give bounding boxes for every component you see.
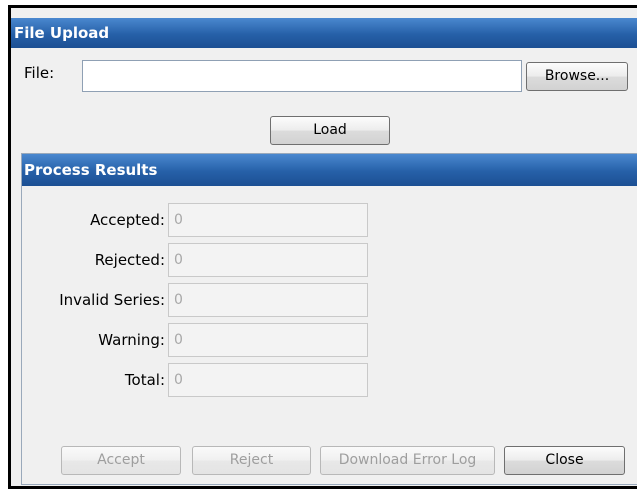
accepted-label: Accepted: [90, 211, 165, 229]
total-field: 0 [168, 363, 368, 397]
process-results-panel: Process Results Accepted: 0 Rejected: 0 … [21, 153, 637, 485]
process-results-header: Process Results [22, 154, 637, 186]
load-button[interactable]: Load [270, 116, 390, 145]
invalid-series-field: 0 [168, 283, 368, 317]
close-button[interactable]: Close [504, 446, 625, 475]
file-label: File: [24, 64, 55, 82]
rejected-label: Rejected: [94, 251, 165, 269]
download-error-log-button[interactable]: Download Error Log [320, 446, 495, 475]
file-upload-dialog: File Upload File: Browse... Load Process… [8, 5, 637, 489]
file-upload-header: File Upload [11, 18, 637, 48]
invalid-series-label: Invalid Series: [59, 291, 165, 309]
total-label: Total: [124, 371, 165, 389]
accept-button[interactable]: Accept [61, 446, 181, 475]
warning-label: Warning: [98, 331, 165, 349]
browse-button[interactable]: Browse... [526, 62, 628, 91]
warning-field: 0 [168, 323, 368, 357]
reject-button[interactable]: Reject [192, 446, 311, 475]
file-path-input[interactable] [82, 60, 522, 92]
rejected-field: 0 [168, 243, 368, 277]
accepted-field: 0 [168, 203, 368, 237]
